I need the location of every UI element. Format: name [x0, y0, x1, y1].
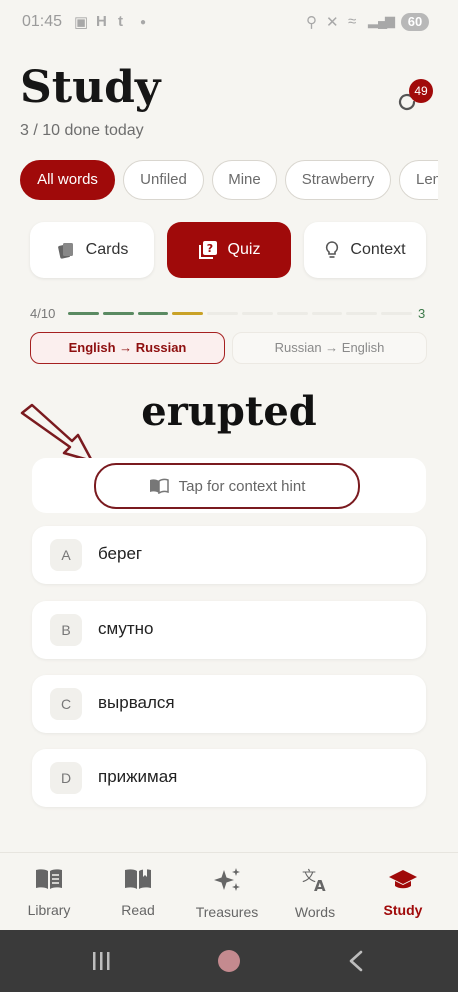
- progress-segment: [311, 312, 343, 315]
- progress-label: 4/10: [30, 306, 56, 321]
- nav-label: Study: [383, 902, 423, 918]
- app-h-icon: H: [96, 13, 107, 30]
- option-letter: A: [50, 539, 82, 571]
- option-text: прижимая: [98, 767, 178, 786]
- home-icon[interactable]: [216, 948, 242, 974]
- signal2-icon: ▆: [385, 13, 395, 28]
- progress-segment: [276, 312, 308, 315]
- mode-tab-cards[interactable]: Cards: [30, 222, 154, 278]
- mode-tab-label: Context: [350, 241, 406, 258]
- refresh-button[interactable]: 49: [393, 79, 433, 116]
- option-letter: B: [50, 614, 82, 646]
- filter-chip-strawberry[interactable]: Strawberry: [285, 160, 391, 200]
- option-text: вырвался: [98, 693, 175, 712]
- sparkles-icon: [214, 868, 240, 891]
- annotation-arrow: [20, 403, 94, 463]
- translate-icon: 文 A: [302, 869, 326, 895]
- direction-en-ru-button[interactable]: English → Russian: [30, 332, 225, 364]
- page-title: Study: [20, 62, 161, 113]
- mode-tab-context[interactable]: Context: [304, 222, 426, 278]
- mode-tab-quiz[interactable]: ? Quiz: [167, 222, 291, 278]
- filter-chip-len[interactable]: Len: [399, 160, 438, 200]
- progress-segment: [102, 312, 134, 315]
- bottom-nav: Library Read Treasures 文 A Words Study: [0, 852, 458, 931]
- daily-progress-text: 3 / 10 done today: [20, 122, 144, 139]
- svg-text:?: ?: [206, 242, 212, 255]
- direction-ru-en-button[interactable]: Russian → English: [232, 332, 427, 364]
- progress-segment: [381, 312, 412, 315]
- progress-segment: [242, 312, 273, 315]
- lightbulb-icon: [326, 241, 339, 258]
- nav-label: Read: [121, 902, 155, 918]
- status-bar: 01:45 ▣ H t ● ⚲ ✕ ≈ ▂▄ ▆ 60: [0, 0, 458, 46]
- dot-icon: ●: [140, 17, 147, 28]
- status-time: 01:45: [22, 13, 63, 30]
- progress-segment: [207, 312, 238, 315]
- nav-read[interactable]: Read: [93, 867, 183, 918]
- screen-capture-icon: ▣: [74, 14, 89, 31]
- graduation-cap-icon: [389, 870, 417, 889]
- recent-apps-icon[interactable]: [90, 950, 112, 972]
- progress-segment: [346, 312, 378, 315]
- option-text: смутно: [98, 619, 154, 638]
- back-icon[interactable]: [346, 949, 366, 973]
- key-icon: ⚲: [306, 14, 317, 31]
- cards-icon: [57, 243, 73, 259]
- nav-library[interactable]: Library: [4, 867, 94, 918]
- context-hint-label: Tap for context hint: [178, 477, 306, 495]
- filter-chip-mine[interactable]: Mine: [212, 160, 277, 200]
- option-letter: D: [50, 762, 82, 794]
- progress-segment: [172, 312, 204, 315]
- filter-chip-unfiled[interactable]: Unfiled: [123, 160, 204, 200]
- progress-segment: [137, 312, 169, 315]
- option-text: берег: [98, 544, 143, 563]
- filter-chip-all-words[interactable]: All words: [20, 160, 115, 200]
- nav-treasures[interactable]: Treasures: [182, 867, 272, 920]
- library-icon: [36, 869, 62, 889]
- correct-count: 3: [418, 306, 426, 321]
- answer-option-c[interactable]: C вырвался: [32, 675, 426, 733]
- mode-tab-label: Cards: [85, 241, 129, 258]
- battery-indicator: 60: [401, 13, 429, 31]
- progress-segment: [68, 312, 99, 315]
- app-t-icon: t: [118, 13, 123, 30]
- due-count-badge: 49: [409, 79, 433, 103]
- svg-text:A: A: [314, 877, 326, 893]
- nav-label: Words: [294, 904, 336, 920]
- nav-label: Treasures: [195, 904, 259, 920]
- mute-icon: ✕: [326, 14, 339, 31]
- filter-chip-row[interactable]: All words Unfiled Mine Strawberry Len: [20, 160, 438, 202]
- answer-option-d[interactable]: D прижимая: [32, 749, 426, 807]
- option-letter: C: [50, 688, 82, 720]
- read-icon: [125, 869, 151, 889]
- nav-words[interactable]: 文 A Words: [270, 867, 360, 920]
- wifi-icon: ≈: [348, 13, 357, 30]
- quiz-icon: ?: [198, 241, 217, 259]
- mode-tab-label: Quiz: [227, 241, 261, 258]
- nav-study[interactable]: Study: [358, 867, 448, 918]
- context-hint-button[interactable]: Tap for context hint: [94, 463, 360, 509]
- answer-option-a[interactable]: A берег: [32, 526, 426, 584]
- nav-label: Library: [27, 902, 71, 918]
- open-book-icon: [149, 478, 169, 494]
- system-nav-bar: [0, 930, 458, 992]
- answer-option-b[interactable]: B смутно: [32, 601, 426, 659]
